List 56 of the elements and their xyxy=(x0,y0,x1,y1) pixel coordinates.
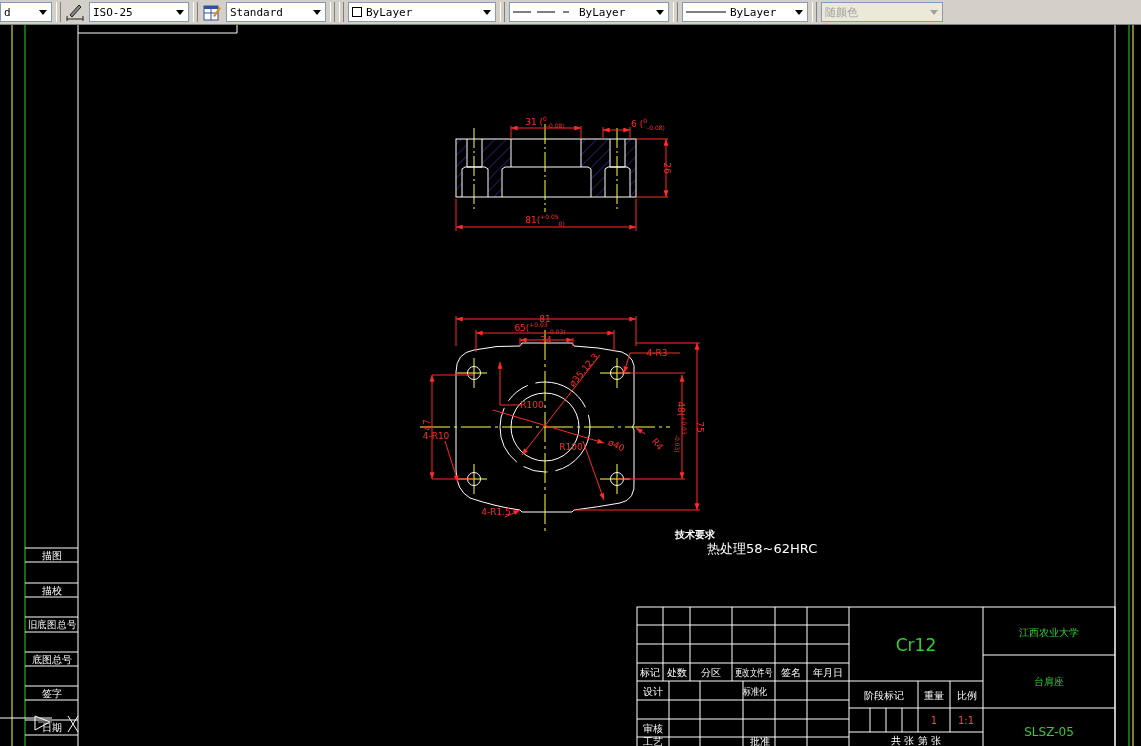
table-label: 签名 xyxy=(781,667,801,678)
quantity-text: 1 xyxy=(930,715,938,726)
dimension-text: 34 xyxy=(540,335,552,345)
table-label: 标准化 xyxy=(743,686,767,698)
table-label: 设计 xyxy=(643,686,663,697)
table-label: 签字 xyxy=(42,688,62,699)
cross-icon xyxy=(67,715,79,733)
technical-requirements-note: 热处理58~62HRC xyxy=(707,541,818,556)
table-label: 底图总号 xyxy=(32,654,72,665)
dimension-text: 4-R1.5 xyxy=(481,507,511,517)
table-label: 描校 xyxy=(42,585,62,596)
table-label: 工艺 xyxy=(643,736,663,746)
linetype-dropdown[interactable]: ByLayer xyxy=(509,2,669,22)
dimension-text: R100 xyxy=(520,400,544,410)
table-label: 年月日 xyxy=(813,667,843,678)
table-style-icon[interactable] xyxy=(202,2,222,22)
table-label: 重量 xyxy=(924,690,944,701)
lineweight-sample-icon xyxy=(686,9,726,15)
table-label: 描图 xyxy=(42,550,62,561)
material-text: Cr12 xyxy=(895,635,937,655)
leader-line xyxy=(444,440,459,483)
table-label: 审核 xyxy=(643,723,663,734)
sheet-count-text: 共 张 第 张 xyxy=(891,735,941,746)
part-name-text: 台肩座 xyxy=(1034,676,1064,687)
table-label: 批准 xyxy=(750,736,770,746)
scale-text: 1:1 xyxy=(957,715,975,726)
color-swatch-icon xyxy=(352,7,362,17)
technical-requirements-title: 技术要求 xyxy=(675,529,715,540)
dimension-style-icon[interactable] xyxy=(65,2,85,22)
table-label: 处数 xyxy=(666,667,687,678)
ucs-icon xyxy=(0,715,53,731)
table-label: 标记 xyxy=(640,667,660,678)
dimension-text: 4-R3 xyxy=(646,348,668,358)
lineweight-dropdown[interactable]: ByLayer xyxy=(682,2,808,22)
dimension-line xyxy=(510,125,582,131)
table-label: 阶段标记 xyxy=(863,690,904,701)
layer-dropdown[interactable]: d xyxy=(0,2,52,22)
dimension-text: 47 xyxy=(422,419,432,431)
dimension-text: 26 xyxy=(662,162,672,174)
dimension-line xyxy=(663,138,669,198)
color-dropdown[interactable]: ByLayer xyxy=(348,2,496,22)
dimension-text: R4 xyxy=(649,436,665,452)
table-label: 分区 xyxy=(701,667,721,678)
table-label: 更改文件号 xyxy=(734,666,773,679)
dimension-text: 4-R10 xyxy=(422,431,450,441)
dimension-line xyxy=(602,127,631,133)
dimension-style-dropdown[interactable]: ISO-25 xyxy=(89,2,189,22)
organization-text: 江西农业大学 xyxy=(1019,627,1079,638)
table-style-dropdown[interactable]: Standard xyxy=(226,2,326,22)
leader-line xyxy=(635,427,646,435)
drawing-number-text: SLSZ-05 xyxy=(1024,725,1074,739)
dimension-text: ø40 xyxy=(606,437,627,454)
table-label: 日期 xyxy=(42,722,62,733)
table-label: 比例 xyxy=(956,690,977,701)
table-label: 旧底图总号 xyxy=(27,618,77,631)
dimension-text: 75 xyxy=(695,421,705,433)
